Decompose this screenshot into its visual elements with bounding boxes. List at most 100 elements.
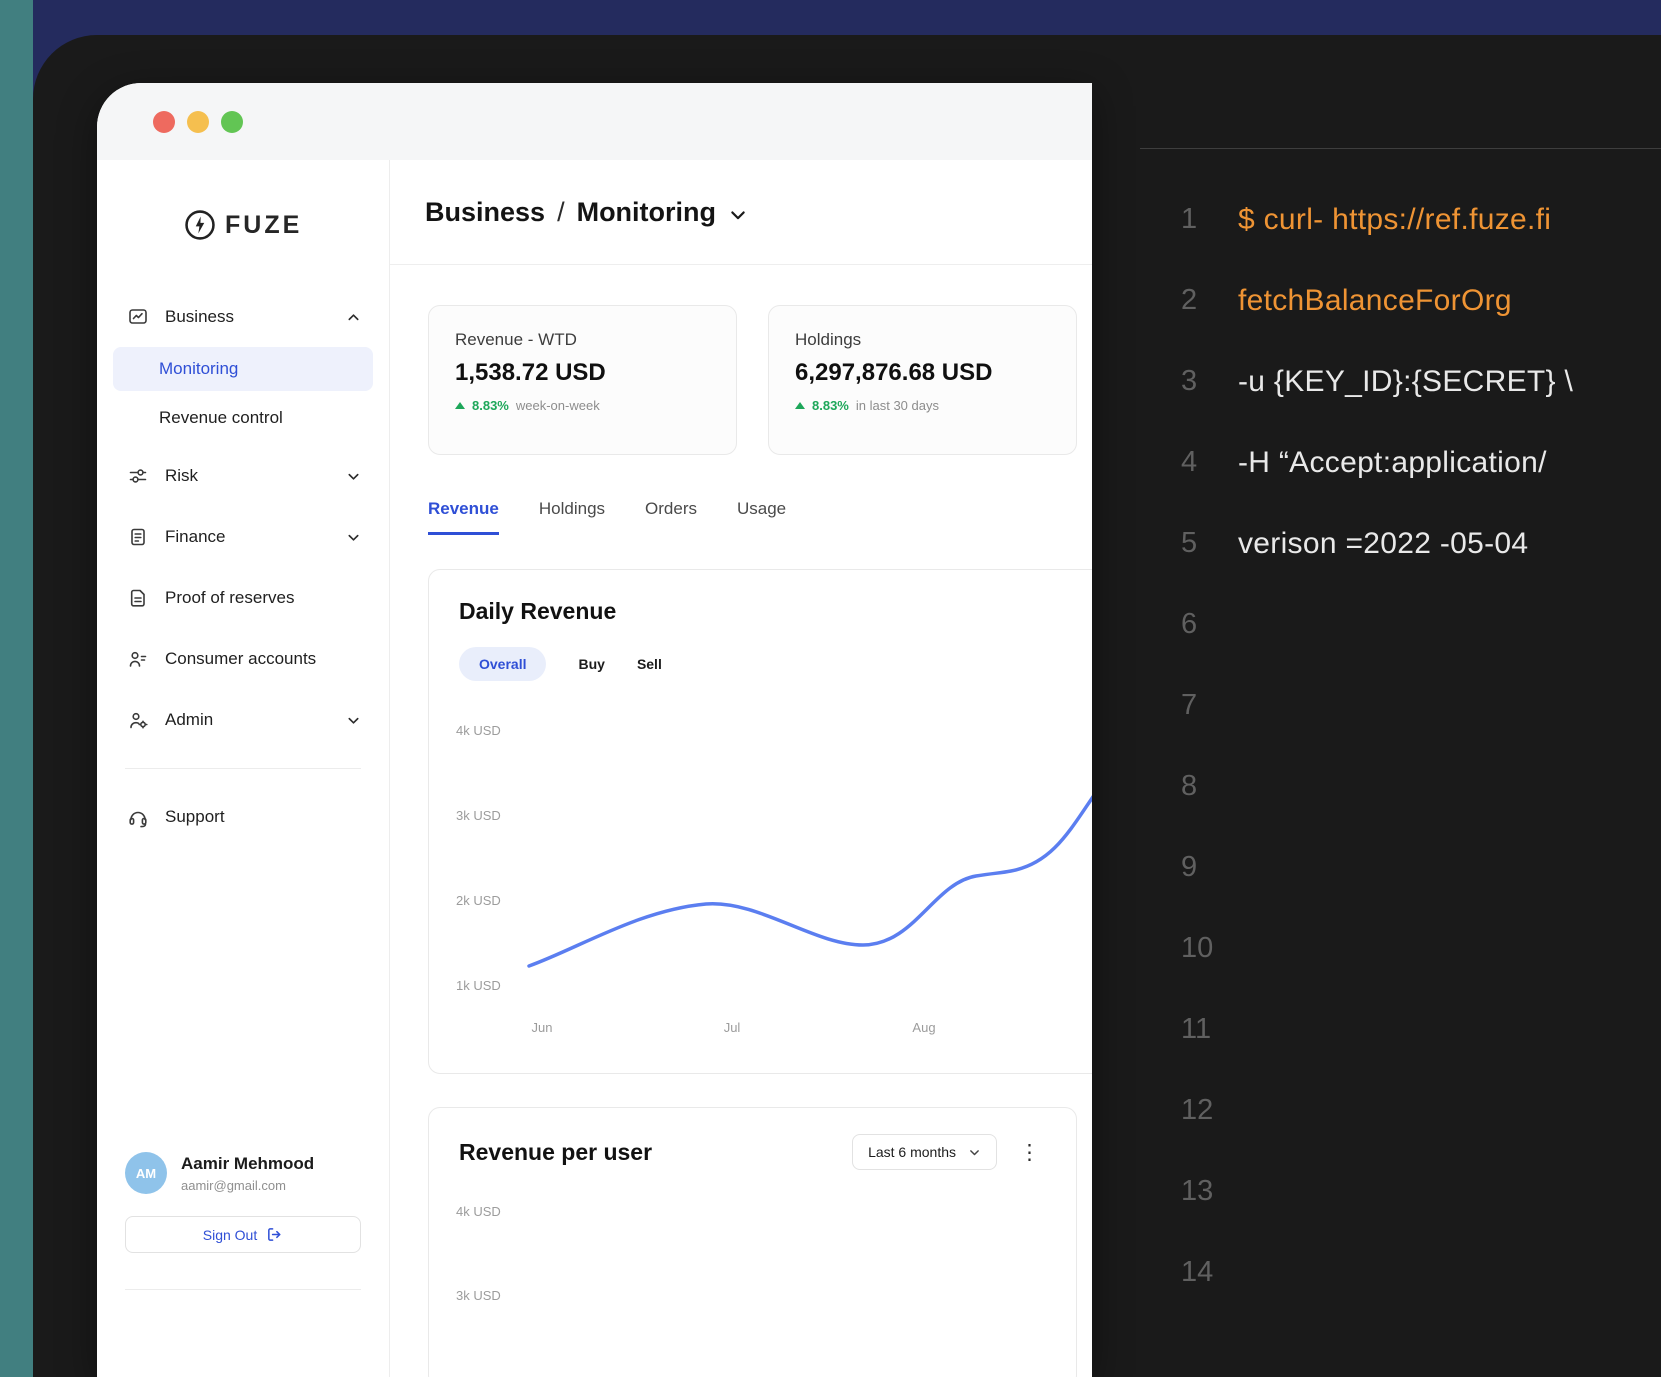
breadcrumb: Business / Monitoring bbox=[390, 160, 1092, 265]
stat-delta: 8.83% week-on-week bbox=[455, 398, 710, 413]
filter-overall[interactable]: Overall bbox=[459, 647, 546, 681]
line-number: 1 bbox=[1181, 203, 1238, 236]
sidebar-nav: Business Monitoring Revenue control bbox=[97, 295, 389, 839]
section-tabs: Revenue Holdings Orders Usage bbox=[428, 499, 1092, 535]
fuze-logo: FUZE bbox=[183, 205, 389, 245]
x-axis-label: Aug bbox=[912, 1020, 935, 1035]
line-number: 2 bbox=[1181, 284, 1238, 317]
browser-window: FUZE Business Monitoring bbox=[97, 83, 1092, 1377]
code-editor: 1 $ curl- https://ref.fuze.fi 2 fetchBal… bbox=[1140, 148, 1661, 1377]
sidebar-user-section: AM Aamir Mehmood aamir@gmail.com Sign Ou… bbox=[97, 1152, 389, 1377]
finance-icon bbox=[127, 526, 149, 548]
stat-cards-row: Revenue - WTD 1,538.72 USD 8.83% week-on… bbox=[428, 305, 1092, 455]
sidebar-item-business[interactable]: Business bbox=[97, 295, 389, 339]
stat-value: 6,297,876.68 USD bbox=[795, 359, 1050, 387]
line-number: 6 bbox=[1181, 608, 1238, 641]
sidebar-item-risk[interactable]: Risk bbox=[97, 454, 389, 498]
line-number: 9 bbox=[1181, 851, 1238, 884]
window-zoom-button[interactable] bbox=[221, 111, 243, 133]
y-axis-label: 3k USD bbox=[456, 808, 501, 823]
line-number: 8 bbox=[1181, 770, 1238, 803]
document-icon bbox=[127, 587, 149, 609]
y-axis-label: 1k USD bbox=[456, 978, 501, 993]
code-line: 10 bbox=[1181, 908, 1661, 989]
code-line: 12 bbox=[1181, 1070, 1661, 1151]
range-selector-label: Last 6 months bbox=[868, 1144, 956, 1160]
sidebar-item-label: Risk bbox=[165, 466, 198, 486]
headset-icon bbox=[127, 806, 149, 828]
line-number: 14 bbox=[1181, 1256, 1238, 1289]
sidebar-item-monitoring[interactable]: Monitoring bbox=[113, 347, 373, 391]
revenue-per-user-title: Revenue per user bbox=[459, 1139, 652, 1166]
sidebar-item-label: Consumer accounts bbox=[165, 649, 316, 669]
delta-note: in last 30 days bbox=[856, 398, 939, 413]
dashboard-content: Revenue - WTD 1,538.72 USD 8.83% week-on… bbox=[390, 265, 1092, 1377]
chevron-down-icon bbox=[968, 1146, 981, 1159]
code-line: 1 $ curl- https://ref.fuze.fi bbox=[1181, 179, 1661, 260]
window-body: FUZE Business Monitoring bbox=[97, 160, 1092, 1377]
delta-value: 8.83% bbox=[472, 398, 509, 413]
line-number: 3 bbox=[1181, 365, 1238, 398]
user-name: Aamir Mehmood bbox=[181, 1154, 314, 1174]
tab-orders[interactable]: Orders bbox=[645, 499, 697, 535]
fuze-logo-text: FUZE bbox=[225, 211, 302, 240]
chevron-down-icon bbox=[346, 713, 361, 728]
daily-revenue-title: Daily Revenue bbox=[459, 598, 1092, 625]
sidebar-item-finance[interactable]: Finance bbox=[97, 515, 389, 559]
sign-out-button[interactable]: Sign Out bbox=[125, 1216, 361, 1253]
filter-sell[interactable]: Sell bbox=[637, 656, 662, 672]
sidebar-item-support[interactable]: Support bbox=[97, 795, 389, 839]
sidebar-item-label: Business bbox=[165, 307, 234, 327]
tab-revenue[interactable]: Revenue bbox=[428, 499, 499, 535]
filter-buy[interactable]: Buy bbox=[578, 656, 604, 672]
delta-up-icon bbox=[795, 402, 805, 409]
code-line: 14 bbox=[1181, 1232, 1661, 1313]
stat-value: 1,538.72 USD bbox=[455, 359, 710, 387]
sidebar-item-proof-of-reserves[interactable]: Proof of reserves bbox=[97, 576, 389, 620]
code-text: $ curl- https://ref.fuze.fi bbox=[1238, 203, 1551, 237]
stat-card-revenue-wtd: Revenue - WTD 1,538.72 USD 8.83% week-on… bbox=[428, 305, 737, 455]
code-line: 8 bbox=[1181, 746, 1661, 827]
chevron-down-icon bbox=[346, 469, 361, 484]
sidebar-item-label: Proof of reserves bbox=[165, 588, 294, 608]
tab-holdings[interactable]: Holdings bbox=[539, 499, 605, 535]
code-line: 13 bbox=[1181, 1151, 1661, 1232]
code-text: verison =2022 -05-04 bbox=[1238, 527, 1528, 561]
window-minimize-button[interactable] bbox=[187, 111, 209, 133]
tab-usage[interactable]: Usage bbox=[737, 499, 786, 535]
delta-up-icon bbox=[455, 402, 465, 409]
sidebar-item-label: Admin bbox=[165, 710, 213, 730]
sign-out-icon bbox=[266, 1226, 283, 1243]
kebab-menu-icon[interactable] bbox=[1013, 1138, 1046, 1167]
chevron-down-icon[interactable] bbox=[728, 205, 748, 225]
stat-title: Holdings bbox=[795, 330, 1050, 350]
sidebar: FUZE Business Monitoring bbox=[97, 160, 390, 1377]
sidebar-item-revenue-control[interactable]: Revenue control bbox=[113, 396, 373, 440]
code-line: 7 bbox=[1181, 665, 1661, 746]
page-background: FUZE Business Monitoring bbox=[0, 0, 1661, 1377]
code-line: 11 bbox=[1181, 989, 1661, 1070]
x-axis-label: Jun bbox=[532, 1020, 553, 1035]
breadcrumb-section[interactable]: Business bbox=[425, 197, 545, 228]
x-axis-label: Jul bbox=[724, 1020, 741, 1035]
range-selector-dropdown[interactable]: Last 6 months bbox=[852, 1134, 997, 1170]
code-line: 6 bbox=[1181, 584, 1661, 665]
sidebar-item-admin[interactable]: Admin bbox=[97, 698, 389, 742]
sidebar-item-label: Finance bbox=[165, 527, 225, 547]
line-number: 11 bbox=[1181, 1013, 1238, 1046]
line-number: 4 bbox=[1181, 446, 1238, 479]
dark-panel: FUZE Business Monitoring bbox=[33, 35, 1661, 1377]
breadcrumb-page[interactable]: Monitoring bbox=[577, 197, 716, 228]
chevron-up-icon bbox=[346, 310, 361, 325]
sidebar-item-consumer-accounts[interactable]: Consumer accounts bbox=[97, 637, 389, 681]
code-line: 3 -u {KEY_ID}:{SECRET} \ bbox=[1181, 341, 1661, 422]
window-close-button[interactable] bbox=[153, 111, 175, 133]
line-number: 10 bbox=[1181, 932, 1238, 965]
delta-value: 8.83% bbox=[812, 398, 849, 413]
stat-title: Revenue - WTD bbox=[455, 330, 710, 350]
code-line: 5 verison =2022 -05-04 bbox=[1181, 503, 1661, 584]
fuze-logo-icon bbox=[183, 208, 217, 242]
users-icon bbox=[127, 648, 149, 670]
stat-card-holdings: Holdings 6,297,876.68 USD 8.83% in last … bbox=[768, 305, 1077, 455]
y-axis-label: 4k USD bbox=[456, 1204, 501, 1219]
